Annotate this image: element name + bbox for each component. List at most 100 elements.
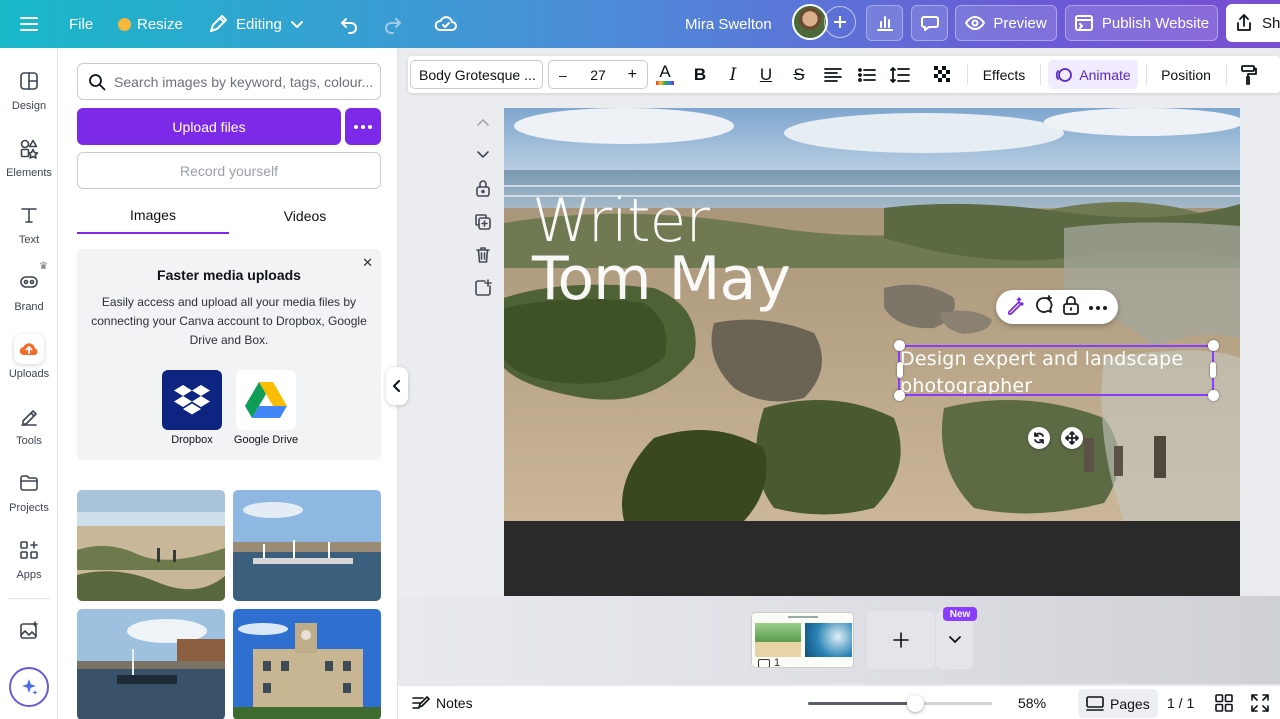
move-page-down-icon[interactable] [472,144,494,166]
rotate-icon[interactable] [1028,427,1050,449]
file-menu[interactable]: File [69,0,93,48]
font-size-increase[interactable]: + [628,66,637,84]
elements-icon [14,133,44,163]
underline-icon[interactable]: U [756,56,776,93]
list-icon[interactable] [856,56,878,93]
tools-icon [14,401,44,431]
menu-icon[interactable] [18,0,40,48]
move-icon[interactable] [1061,427,1083,449]
google-drive-label: Google Drive [233,434,299,446]
effects-button[interactable]: Effects [974,56,1034,93]
resize-handle[interactable] [1208,390,1219,401]
rail-label: Tools [16,435,42,447]
side-handle[interactable] [1210,362,1216,378]
fullscreen-icon[interactable] [1251,686,1269,719]
dropbox-connect[interactable]: Dropbox [158,370,226,446]
text-color-button[interactable]: A [654,56,676,93]
strikethrough-icon[interactable]: S [789,56,809,93]
rail-item-text[interactable]: Text [0,200,58,258]
resize-handle[interactable] [894,390,905,401]
rail-item-magic-media[interactable] [0,616,58,674]
share-button[interactable]: Sha [1226,4,1280,42]
zoom-level[interactable]: 58% [1018,686,1046,719]
rail-item-apps[interactable]: Apps [0,535,58,593]
search-box[interactable] [77,63,381,100]
more-icon[interactable] [1088,298,1108,316]
paint-roller-icon[interactable] [1238,56,1260,93]
transparency-icon[interactable] [932,56,954,93]
redo-icon[interactable] [382,0,404,48]
animate-button[interactable]: Animate [1048,60,1138,89]
delete-page-icon[interactable] [472,244,494,266]
zoom-slider[interactable] [808,695,992,712]
lock-page-icon[interactable] [472,177,494,199]
page-thumbnail[interactable]: 1 [751,612,854,668]
tab-videos[interactable]: Videos [229,198,381,234]
pages-label: Pages [1110,695,1150,712]
italic-icon[interactable]: I [723,56,743,93]
add-page-button[interactable] [867,611,935,669]
font-size-stepper: – 27 + [548,60,648,89]
uploaded-image[interactable] [77,609,225,719]
uploaded-image[interactable] [233,490,381,601]
rail-item-design[interactable]: Design [0,66,58,124]
comment-add-icon[interactable] [1034,294,1054,320]
notes-button[interactable]: Notes [412,686,473,719]
pages-icon [1086,695,1104,711]
uploaded-image[interactable] [233,609,381,719]
comments-button[interactable] [911,5,948,41]
magic-write-icon[interactable] [1006,295,1026,320]
rail-item-brand[interactable]: ♛ Brand [0,261,58,325]
resize-handle[interactable] [894,340,905,351]
font-size-decrease[interactable]: – [559,67,567,83]
more-options-button[interactable] [345,108,381,145]
dot [361,124,365,129]
side-handle[interactable] [897,362,903,378]
add-collaborator-button[interactable] [824,6,856,38]
chevron-left-icon [393,380,400,392]
google-drive-connect[interactable]: Google Drive [232,370,300,446]
insights-button[interactable] [866,5,903,41]
crown-icon [118,17,131,31]
font-size-value[interactable]: 27 [590,67,606,83]
pages-button[interactable]: Pages [1078,689,1158,718]
position-button[interactable]: Position [1154,56,1218,93]
rail-label: Elements [6,167,52,179]
rail-item-projects[interactable]: Projects [0,468,58,526]
record-yourself-button[interactable]: Record yourself [77,152,381,189]
zoom-slider-thumb[interactable] [907,695,924,712]
align-icon[interactable] [822,56,844,93]
bold-icon[interactable]: B [690,56,710,93]
move-page-up-icon[interactable] [472,111,494,133]
thumbnail-image [755,623,801,657]
heading-name[interactable]: Tom May [532,244,791,314]
font-family-select[interactable]: Body Grotesque ... [410,60,543,89]
rail-item-tools[interactable]: Tools [0,401,58,459]
upload-files-button[interactable]: Upload files [77,108,341,145]
background-photo[interactable] [504,108,1240,521]
spacing-icon[interactable] [889,56,911,93]
lock-icon[interactable] [1062,295,1080,320]
design-page[interactable]: Writer Tom May Design expert and landsca… [504,108,1240,596]
rail-item-elements[interactable]: Elements [0,133,58,191]
rail-item-uploads[interactable]: Uploads [0,334,58,392]
cloud-saved-icon[interactable] [434,0,458,48]
color-swatch [656,81,674,85]
duplicate-page-icon[interactable] [472,211,494,233]
tab-images[interactable]: Images [77,198,229,234]
preview-button[interactable]: Preview [955,5,1057,41]
publish-website-button[interactable]: Publish Website [1065,5,1218,41]
uploaded-image[interactable] [77,490,225,601]
avatar[interactable] [792,4,828,40]
search-input[interactable] [114,73,374,90]
new-badge: New [943,607,977,621]
undo-icon[interactable] [338,0,360,48]
collapse-panel-button[interactable] [386,367,408,405]
editing-dropdown[interactable]: Editing [208,0,304,48]
magic-assistant-button[interactable] [9,667,49,707]
google-drive-icon [236,370,296,430]
resize-button[interactable]: Resize [118,0,183,48]
resize-handle[interactable] [1208,340,1219,351]
add-page-icon[interactable] [472,277,494,299]
grid-view-icon[interactable] [1215,686,1233,719]
